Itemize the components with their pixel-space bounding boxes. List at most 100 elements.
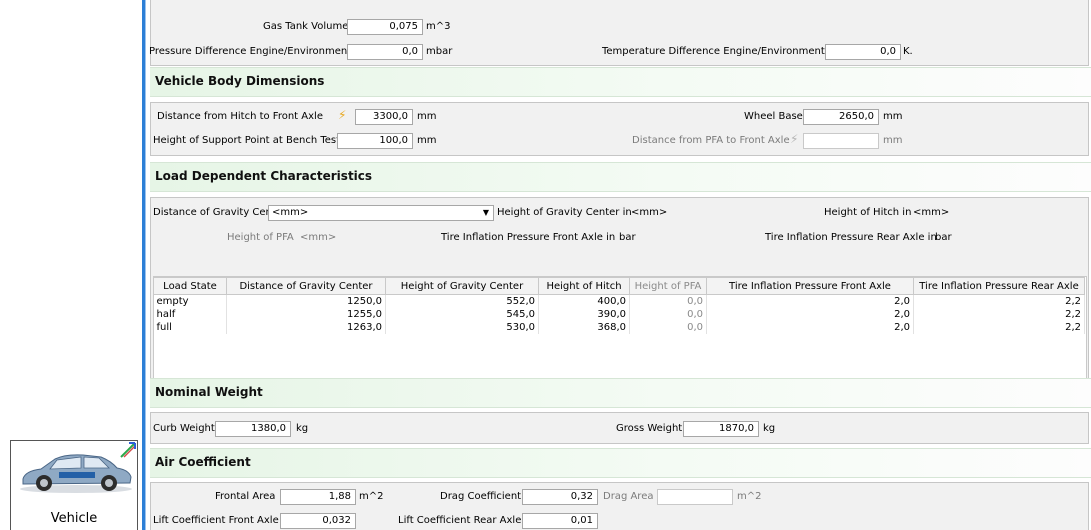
cell-dist-gc[interactable]: 1255,0 (226, 308, 386, 321)
frontal-area-label: Frontal Area (215, 491, 276, 502)
cell-height-pfa: 0,0 (629, 321, 707, 334)
section-nominal-weight: Nominal Weight (150, 378, 1091, 408)
curb-weight-label: Curb Weight (153, 423, 215, 434)
cell-load-state[interactable]: half (153, 308, 227, 321)
pressure-diff-field[interactable]: 0,0 (347, 44, 423, 60)
section-air-coefficient: Air Coefficient (150, 448, 1091, 478)
col-load-state[interactable]: Load State (153, 277, 227, 295)
col-tire-rear[interactable]: Tire Inflation Pressure Rear Axle (913, 277, 1085, 295)
tire-rear-unit: bar (935, 232, 952, 243)
cell-dist-gc[interactable]: 1263,0 (226, 321, 386, 334)
height-hitch-label: Height of Hitch in (824, 207, 912, 218)
cell-tire-rear[interactable]: 2,2 (913, 294, 1085, 308)
wheel-base-label: Wheel Base (744, 111, 803, 122)
section-vehicle-body-dimensions: Vehicle Body Dimensions (150, 67, 1091, 97)
gas-tank-label: Gas Tank Volume (263, 21, 349, 32)
table-row[interactable]: empty 1250,0 552,0 400,0 0,0 2,0 2,2 (153, 294, 1085, 308)
lift-rear-label: Lift Coefficient Rear Axle (398, 515, 522, 526)
table-row[interactable]: half 1255,0 545,0 390,0 0,0 2,0 2,2 (153, 308, 1085, 321)
left-separator-shadow (145, 0, 146, 530)
dist-gc-unit-value: <mm> (272, 207, 309, 218)
col-height-gc[interactable]: Height of Gravity Center (385, 277, 539, 295)
frontal-area-field[interactable]: 1,88 (280, 489, 356, 505)
gas-tank-unit: m^3 (426, 21, 451, 32)
tire-front-label: Tire Inflation Pressure Front Axle in (441, 232, 616, 243)
section-title: Vehicle Body Dimensions (155, 74, 325, 88)
support-unit: mm (417, 135, 437, 146)
cell-tire-rear[interactable]: 2,2 (913, 308, 1085, 321)
cell-load-state[interactable]: empty (153, 294, 227, 308)
temp-diff-unit: K. (903, 46, 913, 57)
lightning-icon[interactable]: ⚡ (338, 108, 346, 122)
pfa-front-unit: mm (883, 135, 903, 146)
resize-arrow-icon (120, 442, 136, 458)
cell-tire-front[interactable]: 2,0 (706, 294, 914, 308)
vehicle-label: Vehicle (50, 511, 98, 526)
cell-height-gc[interactable]: 552,0 (385, 294, 539, 308)
hitch-front-field[interactable]: 3300,0 (355, 109, 413, 125)
hitch-front-unit: mm (417, 111, 437, 122)
col-height-pfa[interactable]: Height of PFA (629, 277, 707, 295)
lift-rear-field[interactable]: 0,01 (522, 513, 598, 529)
dist-gc-unit-dropdown[interactable]: <mm> ▼ (268, 205, 494, 221)
cell-height-gc[interactable]: 545,0 (385, 308, 539, 321)
temp-diff-field[interactable]: 0,0 (825, 44, 901, 60)
pressure-diff-unit: mbar (426, 46, 453, 57)
support-field[interactable]: 100,0 (337, 133, 413, 149)
col-height-hitch[interactable]: Height of Hitch (538, 277, 630, 295)
height-pfa-label: Height of PFA (227, 232, 294, 243)
cell-height-hitch[interactable]: 368,0 (538, 321, 630, 334)
lift-front-label: Lift Coefficient Front Axle (153, 515, 279, 526)
table-header-row: Load State Distance of Gravity Center He… (153, 277, 1085, 295)
section-title: Load Dependent Characteristics (155, 169, 373, 183)
support-label: Height of Support Point at Bench Test (153, 135, 341, 146)
height-gc-unit: <mm> (631, 207, 668, 218)
pfa-front-label: Distance from PFA to Front Axle (632, 135, 790, 146)
pressure-diff-label: Pressure Difference Engine/Environment (149, 46, 352, 57)
temp-diff-label: Temperature Difference Engine/Environmen… (602, 46, 825, 57)
cell-tire-front[interactable]: 2,0 (706, 308, 914, 321)
cell-dist-gc[interactable]: 1250,0 (226, 294, 386, 308)
cell-tire-rear[interactable]: 2,2 (913, 321, 1085, 334)
load-table: Load State Distance of Gravity Center He… (153, 277, 1085, 334)
height-hitch-unit: <mm> (913, 207, 950, 218)
cell-tire-front[interactable]: 2,0 (706, 321, 914, 334)
tire-rear-label: Tire Inflation Pressure Rear Axle in (765, 232, 937, 243)
curb-weight-field[interactable]: 1380,0 (215, 421, 291, 437)
chevron-down-icon: ▼ (482, 208, 489, 217)
section-title: Air Coefficient (155, 455, 251, 469)
drag-area-unit: m^2 (737, 491, 762, 502)
col-dist-gc[interactable]: Distance of Gravity Center (226, 277, 386, 295)
drag-area-label: Drag Area (603, 491, 654, 502)
col-tire-front[interactable]: Tire Inflation Pressure Front Axle (706, 277, 914, 295)
gross-weight-field[interactable]: 1870,0 (683, 421, 759, 437)
table-row[interactable]: full 1263,0 530,0 368,0 0,0 2,0 2,2 (153, 321, 1085, 334)
hitch-front-label: Distance from Hitch to Front Axle (157, 111, 323, 122)
cell-height-pfa: 0,0 (629, 308, 707, 321)
car-icon (20, 454, 132, 493)
cell-height-hitch[interactable]: 390,0 (538, 308, 630, 321)
tire-front-unit: bar (619, 232, 636, 243)
frontal-area-unit: m^2 (359, 491, 384, 502)
section-title: Nominal Weight (155, 385, 263, 399)
wheel-base-unit: mm (883, 111, 903, 122)
cell-load-state[interactable]: full (153, 321, 227, 334)
cell-height-gc[interactable]: 530,0 (385, 321, 539, 334)
curb-weight-unit: kg (296, 423, 309, 434)
cell-height-hitch[interactable]: 400,0 (538, 294, 630, 308)
gross-weight-unit: kg (763, 423, 776, 434)
cell-height-pfa: 0,0 (629, 294, 707, 308)
drag-area-field (657, 489, 733, 505)
pfa-front-field (803, 133, 879, 149)
gross-weight-label: Gross Weight (616, 423, 683, 434)
vehicle-widget[interactable]: Vehicle (10, 440, 138, 530)
drag-coef-label: Drag Coefficient (440, 491, 522, 502)
wheel-base-field[interactable]: 2650,0 (803, 109, 879, 125)
lift-front-field[interactable]: 0,032 (280, 513, 356, 529)
height-pfa-unit: <mm> (300, 232, 337, 243)
section-load-dependent: Load Dependent Characteristics (150, 162, 1091, 192)
height-gc-label: Height of Gravity Center in (497, 207, 632, 218)
drag-coef-field[interactable]: 0,32 (522, 489, 598, 505)
gas-tank-field[interactable]: 0,075 (347, 19, 423, 35)
lightning-icon-disabled: ⚡ (790, 132, 799, 146)
